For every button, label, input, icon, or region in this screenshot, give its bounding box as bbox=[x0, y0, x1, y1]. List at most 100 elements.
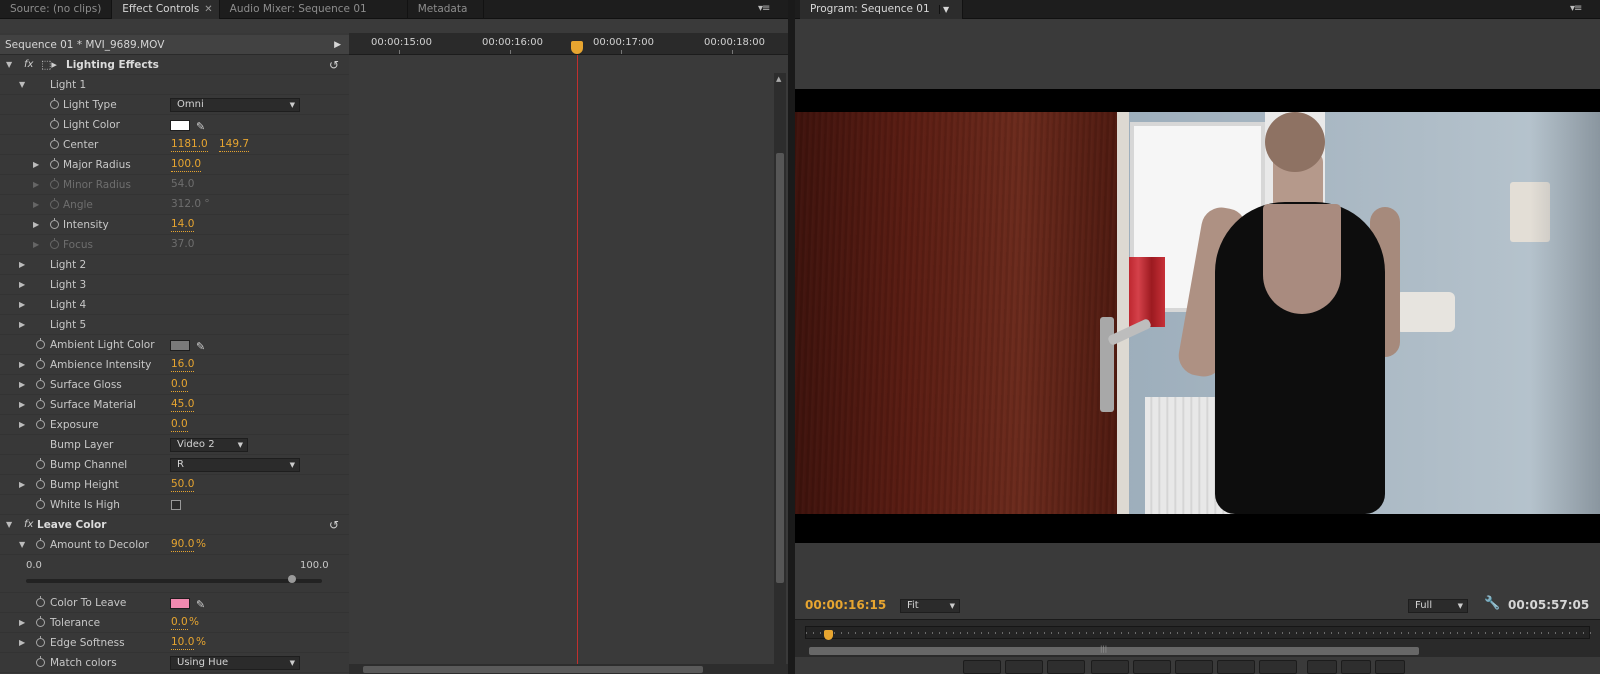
collapse-triangle-icon[interactable]: ▼ bbox=[19, 535, 25, 555]
expand-triangle-icon[interactable]: ▶ bbox=[33, 155, 39, 175]
edge-softness-value[interactable]: 10.0 bbox=[171, 636, 195, 650]
light-color-swatch[interactable] bbox=[170, 120, 190, 131]
stopwatch-icon[interactable] bbox=[36, 596, 45, 607]
stopwatch-icon[interactable] bbox=[36, 636, 45, 647]
stopwatch-icon[interactable] bbox=[50, 98, 59, 109]
eyedropper-icon[interactable]: ✎ bbox=[196, 595, 205, 615]
mini-time-ruler[interactable] bbox=[805, 626, 1591, 640]
stopwatch-icon[interactable] bbox=[36, 458, 45, 469]
major-radius-value[interactable]: 100.0 bbox=[171, 158, 202, 172]
zoom-dropdown[interactable]: Fit bbox=[900, 599, 960, 613]
intensity-value[interactable]: 14.0 bbox=[171, 218, 195, 232]
stopwatch-icon[interactable] bbox=[36, 616, 45, 627]
tab-source[interactable]: Source: (no clips) bbox=[0, 0, 113, 19]
scroll-up-icon[interactable]: ▲ bbox=[776, 75, 781, 83]
bump-channel-dropdown[interactable]: R bbox=[170, 458, 300, 472]
property-row-light2[interactable]: ▶ Light 2 bbox=[0, 255, 349, 275]
expand-triangle-icon[interactable]: ▶ bbox=[33, 215, 39, 235]
stopwatch-icon[interactable] bbox=[36, 656, 45, 667]
amount-to-decolor-value[interactable]: 90.0 bbox=[171, 538, 195, 552]
transform-box-icon[interactable]: ⬚▸ bbox=[41, 55, 57, 75]
panel-menu-icon[interactable]: ▾≡ bbox=[758, 3, 770, 14]
decolor-slider-track[interactable] bbox=[26, 579, 322, 583]
transport-button[interactable] bbox=[1091, 660, 1129, 674]
expand-triangle-icon[interactable]: ▶ bbox=[19, 633, 25, 653]
bump-height-value[interactable]: 50.0 bbox=[171, 478, 195, 492]
transport-button[interactable] bbox=[1005, 660, 1043, 674]
tab-audio-mixer[interactable]: Audio Mixer: Sequence 01 bbox=[220, 0, 408, 19]
scrollbar-thumb[interactable] bbox=[363, 666, 703, 673]
stopwatch-icon[interactable] bbox=[50, 158, 59, 169]
stopwatch-icon[interactable] bbox=[50, 218, 59, 229]
time-ruler[interactable]: 00:00:15:00 00:00:16:00 00:00:17:00 00:0… bbox=[349, 33, 788, 55]
white-is-high-checkbox[interactable] bbox=[171, 500, 181, 510]
surface-gloss-value[interactable]: 0.0 bbox=[171, 378, 188, 392]
tab-metadata[interactable]: Metadata bbox=[408, 0, 485, 19]
stopwatch-icon[interactable] bbox=[36, 338, 45, 349]
collapse-triangle-icon[interactable]: ▼ bbox=[19, 75, 25, 95]
transport-button[interactable] bbox=[1217, 660, 1255, 674]
scrollbar-thumb[interactable] bbox=[809, 647, 1419, 655]
reset-icon[interactable]: ↺ bbox=[329, 515, 339, 535]
fx-toggle-icon[interactable]: fx bbox=[24, 55, 33, 75]
fx-toggle-icon[interactable]: fx bbox=[24, 515, 33, 535]
tab-effect-controls[interactable]: Effect Controls ✕ bbox=[112, 0, 220, 19]
expand-triangle-icon[interactable]: ▶ bbox=[19, 255, 25, 275]
playhead-handle[interactable] bbox=[824, 630, 833, 640]
eyedropper-icon[interactable]: ✎ bbox=[196, 117, 205, 137]
play-only-audio-arrow-icon[interactable]: ▶ bbox=[334, 35, 341, 55]
exposure-value[interactable]: 0.0 bbox=[171, 418, 188, 432]
expand-triangle-icon[interactable]: ▶ bbox=[19, 295, 25, 315]
panel-splitter[interactable] bbox=[788, 0, 795, 674]
surface-material-value[interactable]: 45.0 bbox=[171, 398, 195, 412]
program-mini-timeline[interactable] bbox=[795, 619, 1600, 645]
transport-button[interactable] bbox=[1341, 660, 1371, 674]
panel-menu-icon[interactable]: ▾≡ bbox=[1570, 3, 1582, 14]
ambient-color-swatch[interactable] bbox=[170, 340, 190, 351]
ambience-intensity-value[interactable]: 16.0 bbox=[171, 358, 195, 372]
center-x-value[interactable]: 1181.0 bbox=[171, 138, 208, 152]
center-y-value[interactable]: 149.7 bbox=[219, 138, 250, 152]
expand-triangle-icon[interactable]: ▶ bbox=[19, 415, 25, 435]
property-row-light3[interactable]: ▶ Light 3 bbox=[0, 275, 349, 295]
stopwatch-icon[interactable] bbox=[50, 138, 59, 149]
color-to-leave-swatch[interactable] bbox=[170, 598, 190, 609]
light-type-dropdown[interactable]: Omni bbox=[170, 98, 300, 112]
stopwatch-icon[interactable] bbox=[36, 398, 45, 409]
stopwatch-icon[interactable] bbox=[36, 498, 45, 509]
expand-triangle-icon[interactable]: ▶ bbox=[19, 613, 25, 633]
stopwatch-icon[interactable] bbox=[36, 478, 45, 489]
resolution-dropdown[interactable]: Full bbox=[1408, 599, 1468, 613]
transport-button[interactable] bbox=[1175, 660, 1213, 674]
scrollbar-thumb[interactable] bbox=[776, 153, 784, 583]
transport-button[interactable] bbox=[1259, 660, 1297, 674]
expand-triangle-icon[interactable]: ▶ bbox=[19, 375, 25, 395]
current-timecode[interactable]: 00:00:16:15 bbox=[805, 598, 886, 612]
expand-triangle-icon[interactable]: ▶ bbox=[19, 355, 25, 375]
transport-button[interactable] bbox=[1307, 660, 1337, 674]
program-video-frame[interactable] bbox=[795, 89, 1600, 543]
stopwatch-icon[interactable] bbox=[36, 418, 45, 429]
effect-row-lighting[interactable]: ▼ fx ⬚▸ Lighting Effects ↺ bbox=[0, 55, 349, 75]
property-row-light1[interactable]: ▼ Light 1 bbox=[0, 75, 349, 95]
stopwatch-icon[interactable] bbox=[50, 118, 59, 129]
expand-triangle-icon[interactable]: ▶ bbox=[19, 315, 25, 335]
tab-program[interactable]: Program: Sequence 01 ▼ bbox=[800, 0, 964, 19]
reset-icon[interactable]: ↺ bbox=[329, 55, 339, 75]
effect-row-leave-color[interactable]: ▼ fx Leave Color ↺ bbox=[0, 515, 349, 535]
program-dropdown-icon[interactable]: ▼ bbox=[939, 5, 953, 14]
collapse-triangle-icon[interactable]: ▼ bbox=[6, 55, 12, 75]
horizontal-scrollbar[interactable] bbox=[349, 664, 788, 674]
transport-button[interactable] bbox=[1133, 660, 1171, 674]
vertical-scrollbar[interactable]: ▲ ▼ bbox=[774, 73, 786, 673]
playhead-handle[interactable] bbox=[571, 41, 583, 54]
bump-layer-dropdown[interactable]: Video 2 bbox=[170, 438, 248, 452]
wrench-icon[interactable]: 🔧 bbox=[1484, 596, 1500, 611]
transport-button[interactable] bbox=[1047, 660, 1085, 674]
transport-button[interactable] bbox=[1375, 660, 1405, 674]
eyedropper-icon[interactable]: ✎ bbox=[196, 337, 205, 357]
playhead-line[interactable] bbox=[577, 55, 578, 674]
expand-triangle-icon[interactable]: ▶ bbox=[19, 275, 25, 295]
property-row-light4[interactable]: ▶ Light 4 bbox=[0, 295, 349, 315]
collapse-triangle-icon[interactable]: ▼ bbox=[6, 515, 12, 535]
